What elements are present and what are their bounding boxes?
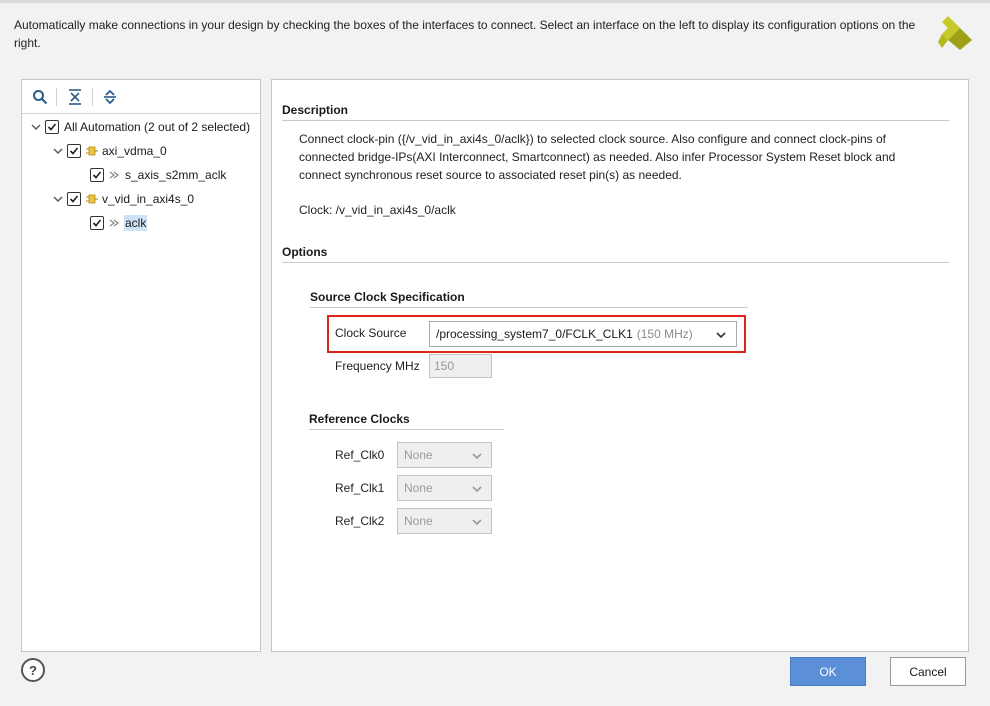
- tree-leaf-label: aclk: [124, 215, 148, 231]
- instructions-text: Automatically make connections in your d…: [14, 18, 916, 50]
- frequency-input[interactable]: 150: [429, 354, 492, 378]
- tree-root-label: All Automation (2 out of 2 selected): [64, 120, 251, 134]
- tree-toolbar: [22, 80, 260, 114]
- tree-node-v-vid-in[interactable]: v_vid_in_axi4s_0: [52, 189, 195, 209]
- chevron-down-icon: [472, 486, 482, 493]
- divider: [282, 120, 949, 121]
- description-title: Description: [282, 103, 349, 117]
- cancel-button[interactable]: Cancel: [890, 657, 966, 686]
- help-button[interactable]: ?: [21, 658, 45, 682]
- frequency-label: Frequency MHz: [335, 359, 420, 373]
- divider: [310, 307, 748, 308]
- clock-source-value: /processing_system7_0/FCLK_CLK1: [436, 327, 633, 341]
- checkbox-axi-vdma[interactable]: [67, 144, 81, 158]
- tree-leaf-label: s_axis_s2mm_aclk: [125, 168, 227, 182]
- interface-tree-panel: All Automation (2 out of 2 selected) axi…: [21, 79, 261, 652]
- ref-clk1-label: Ref_Clk1: [335, 481, 385, 495]
- options-title: Options: [282, 245, 328, 259]
- ref-clk2-value: None: [404, 514, 433, 528]
- divider: [309, 429, 504, 430]
- tree-node-axi-vdma[interactable]: axi_vdma_0: [52, 141, 168, 161]
- toolbar-separator: [92, 88, 93, 106]
- chevron-down-icon: [716, 332, 726, 339]
- ok-button[interactable]: OK: [790, 657, 866, 686]
- clock-source-frequency: (150 MHz): [636, 327, 693, 341]
- ip-block-icon: [85, 144, 99, 158]
- checkbox-all-automation[interactable]: [45, 120, 59, 134]
- toolbar-separator: [56, 88, 57, 106]
- divider: [282, 262, 949, 263]
- configuration-panel: Description Connect clock-pin ({/v_vid_i…: [271, 79, 969, 652]
- chevron-down-icon[interactable]: [52, 193, 64, 205]
- clock-source-select[interactable]: /processing_system7_0/FCLK_CLK1 (150 MHz…: [429, 321, 737, 347]
- checkbox-v-vid-in[interactable]: [67, 192, 81, 206]
- xilinx-logo: [938, 16, 972, 50]
- tree-node-label: v_vid_in_axi4s_0: [102, 192, 195, 206]
- chevron-down-icon: [472, 453, 482, 460]
- chevron-down-icon[interactable]: [30, 121, 42, 133]
- source-clock-title: Source Clock Specification: [310, 290, 465, 304]
- tree-node-label: axi_vdma_0: [102, 144, 167, 158]
- collapse-all-icon[interactable]: [66, 88, 84, 106]
- clock-pin-icon: [108, 168, 122, 182]
- expand-all-icon[interactable]: [101, 88, 119, 106]
- top-border: [0, 0, 990, 3]
- description-text: Connect clock-pin ({/v_vid_in_axi4s_0/ac…: [299, 132, 896, 182]
- ref-clk1-value: None: [404, 481, 433, 495]
- checkbox-s-axis-s2mm-aclk[interactable]: [90, 168, 104, 182]
- ref-clk0-select[interactable]: None: [397, 442, 492, 468]
- ref-clk1-select[interactable]: None: [397, 475, 492, 501]
- ip-block-icon: [85, 192, 99, 206]
- ref-clk2-select[interactable]: None: [397, 508, 492, 534]
- clock-pin-icon: [108, 216, 122, 230]
- chevron-down-icon: [472, 519, 482, 526]
- tree-leaf-s-axis-s2mm-aclk[interactable]: s_axis_s2mm_aclk: [90, 165, 227, 185]
- tree-leaf-aclk[interactable]: aclk: [90, 213, 148, 233]
- search-icon[interactable]: [31, 88, 49, 106]
- description-clock: Clock: /v_vid_in_axi4s_0/aclk: [299, 203, 456, 217]
- ref-clk0-label: Ref_Clk0: [335, 448, 385, 462]
- ref-clk2-label: Ref_Clk2: [335, 514, 385, 528]
- clock-source-label: Clock Source: [335, 326, 407, 340]
- ref-clk0-value: None: [404, 448, 433, 462]
- reference-clocks-title: Reference Clocks: [309, 412, 410, 426]
- tree-root-all-automation[interactable]: All Automation (2 out of 2 selected): [30, 117, 251, 137]
- chevron-down-icon[interactable]: [52, 145, 64, 157]
- checkbox-aclk[interactable]: [90, 216, 104, 230]
